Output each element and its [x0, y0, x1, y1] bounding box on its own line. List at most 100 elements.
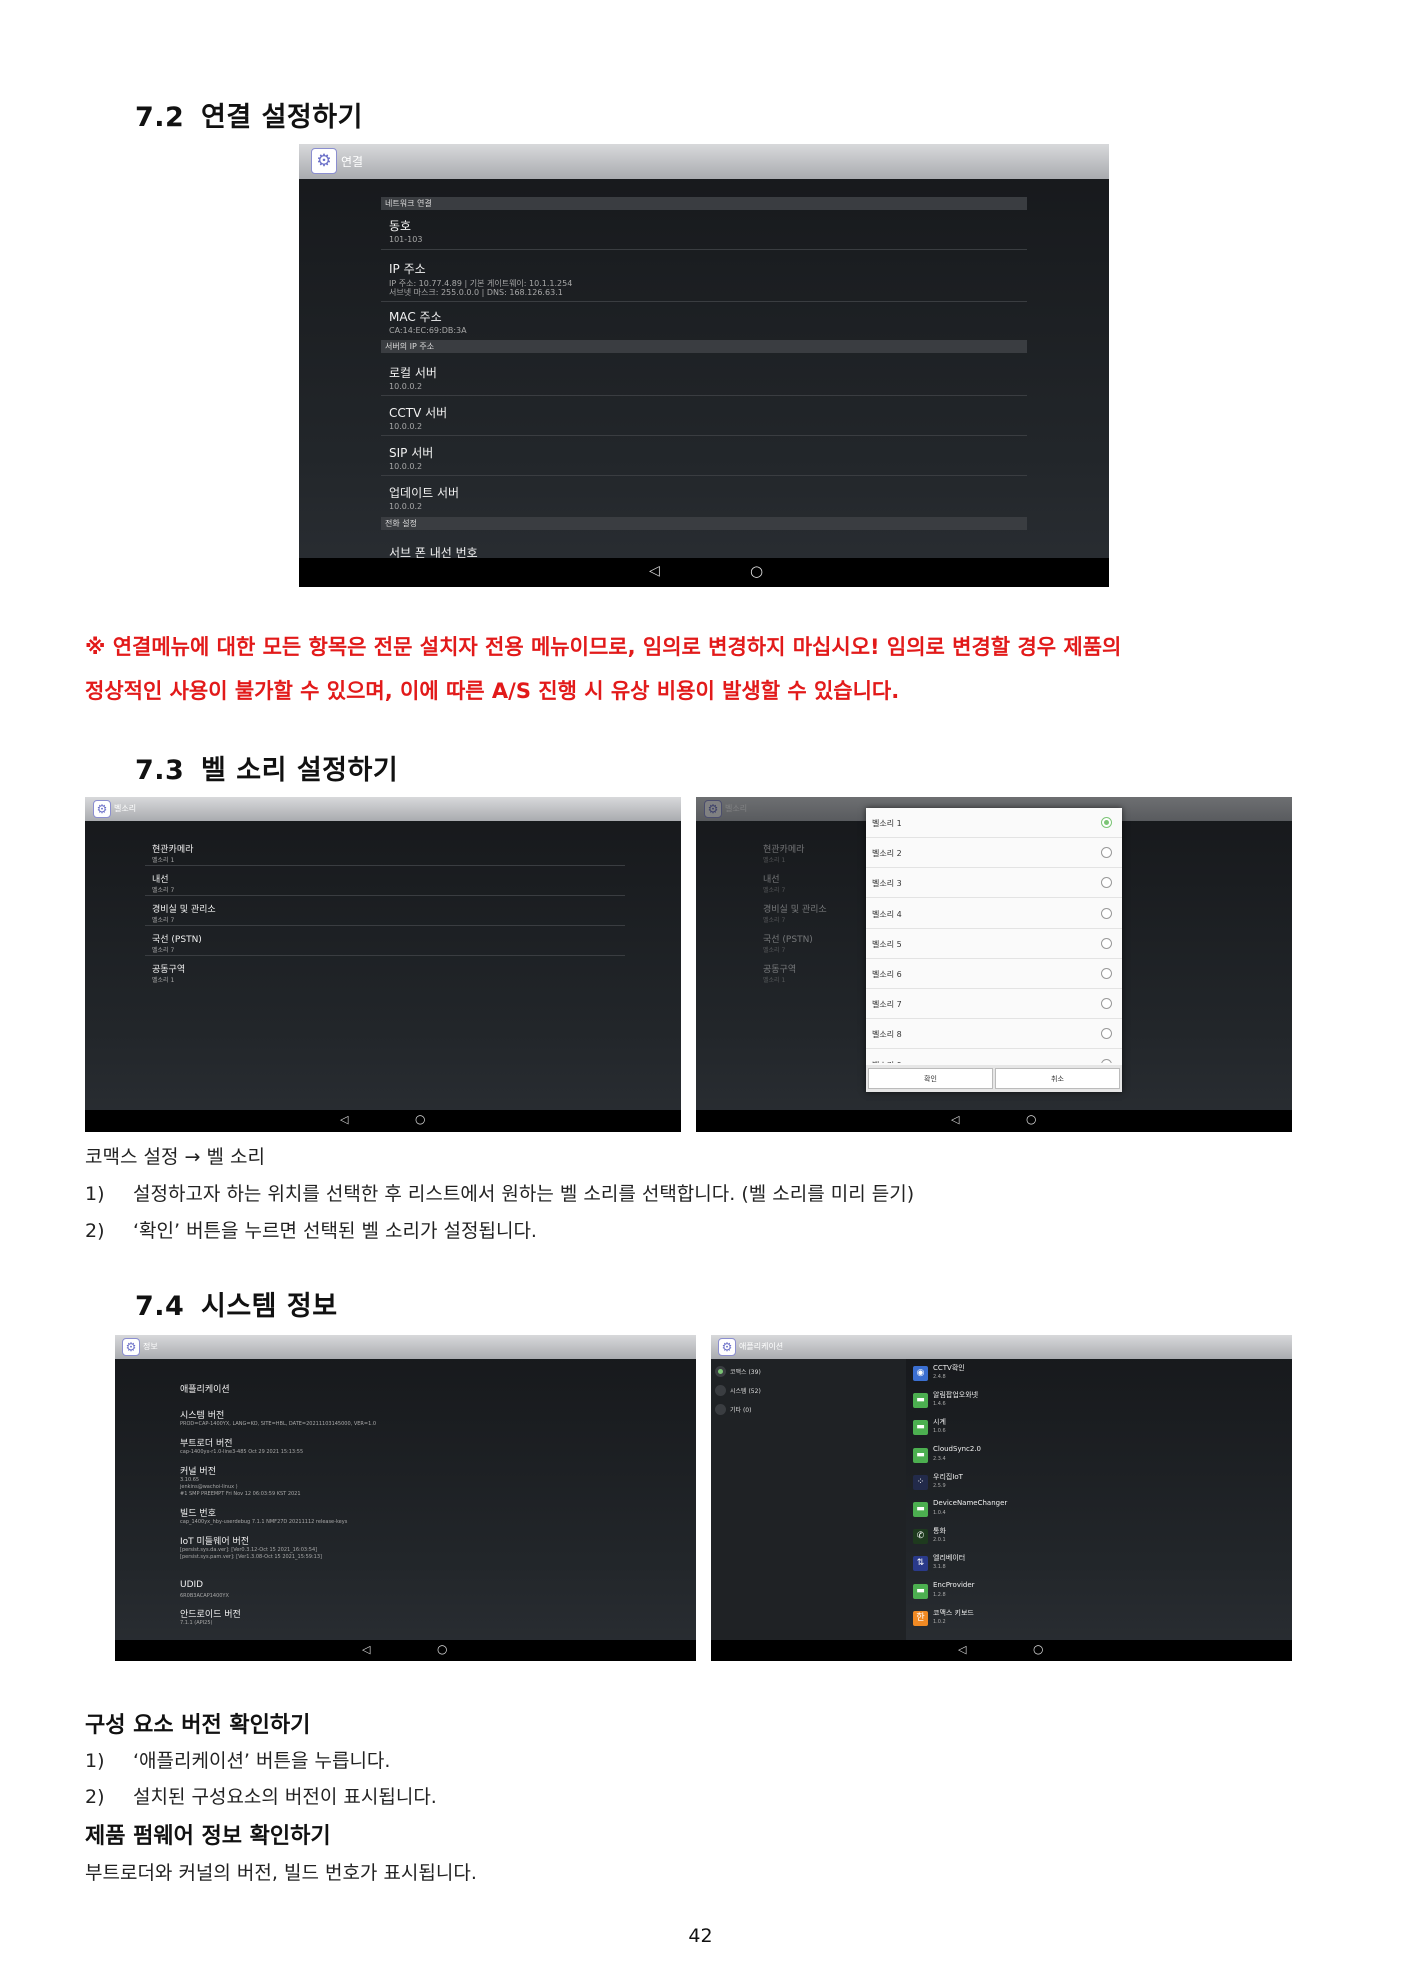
info-item-title[interactable]: IoT 미들웨어 버전: [180, 1534, 249, 1547]
home-icon[interactable]: ○: [437, 1642, 447, 1656]
info-item-title[interactable]: 안드로이드 버전: [180, 1607, 241, 1620]
radio-icon[interactable]: [1101, 1058, 1112, 1063]
system-info-screenshot: ⚙ 정보 애플리케이션 시스템 버전 PROD=CAP-1400YX, LANG…: [115, 1335, 696, 1661]
firmware-heading: 제품 펌웨어 정보 확인하기: [85, 1824, 331, 1849]
step-text: 설정하고자 하는 위치를 선택한 후 리스트에서 원하는 벨 소리를 선택합니다…: [133, 1183, 915, 1205]
back-icon[interactable]: ◁: [951, 1113, 959, 1126]
list-item-title[interactable]: CCTV 서버: [389, 404, 447, 421]
list-item-title[interactable]: 동호: [389, 217, 411, 234]
radio-icon[interactable]: [1101, 1028, 1112, 1040]
bell-path-text: 코맥스 설정 → 벨 소리: [85, 1146, 265, 1168]
app-item[interactable]: ▬ 시계 1.0.6: [909, 1416, 1289, 1442]
filter-item[interactable]: 시스템 (52): [715, 1383, 900, 1399]
phone-app-icon: ✆: [913, 1529, 928, 1545]
section-heading-7-2: 7.2 연결 설정하기: [135, 95, 363, 134]
bell-option[interactable]: 벨소리 1: [866, 808, 1122, 838]
app-item[interactable]: ◉ CCTV확인 2.4.8: [909, 1362, 1289, 1388]
section-number: 7.3: [135, 755, 185, 786]
bell-item-title: 현관카메라: [763, 845, 805, 855]
applications-screenshot: ⚙ 애플리케이션 코맥스 (39) 시스템 (52) 기타 (0) ◉ CCTV확인 2…: [711, 1335, 1292, 1661]
app-title-bar: ⚙ 연결: [299, 144, 1109, 179]
back-icon[interactable]: ◁: [649, 563, 660, 579]
home-icon[interactable]: ○: [1026, 1112, 1036, 1126]
ok-button[interactable]: 확인: [868, 1068, 993, 1089]
filter-radio-icon: [715, 1404, 726, 1415]
info-item-title[interactable]: UDID: [180, 1580, 203, 1590]
app-item[interactable]: ▬ 알림팝업오와넷 1.4.6: [909, 1389, 1289, 1415]
bell-option[interactable]: 벨소리 8: [866, 1019, 1122, 1050]
info-item-title[interactable]: 애플리케이션: [180, 1382, 230, 1395]
step-number: 1): [85, 1750, 105, 1772]
radio-icon[interactable]: [1101, 937, 1112, 949]
info-item-title[interactable]: 시스템 버전: [180, 1408, 224, 1421]
keyboard-app-icon: 한: [913, 1610, 928, 1626]
screen-title: 정보: [143, 1342, 158, 1351]
app-list: ◉ CCTV확인 2.4.8 ▬ 알림팝업오와넷 1.4.6 ▬ 시계 1.0.6 ▬ CloudS…: [909, 1359, 1289, 1640]
bell-item-title[interactable]: 내선: [152, 872, 169, 885]
info-item-title[interactable]: 커널 버전: [180, 1464, 216, 1477]
radio-icon[interactable]: [1101, 907, 1112, 919]
bell-option-label: 벨소리 6: [872, 970, 902, 979]
list-item-title[interactable]: SIP 서버: [389, 444, 433, 461]
radio-icon[interactable]: [1101, 817, 1112, 828]
radio-icon[interactable]: [1101, 847, 1112, 859]
app-item[interactable]: 한 코맥스 키보드 1.0.2: [909, 1607, 1289, 1633]
filter-item[interactable]: 코맥스 (39): [715, 1364, 900, 1380]
filter-radio-icon: [715, 1385, 726, 1396]
radio-icon[interactable]: [1101, 877, 1112, 889]
bell-item-title[interactable]: 경비실 및 관리소: [152, 902, 216, 915]
back-icon[interactable]: ◁: [362, 1643, 370, 1656]
step-text: ‘애플리케이션’ 버튼을 누릅니다.: [133, 1750, 391, 1772]
settings-gear-icon: ⚙: [718, 1338, 736, 1356]
app-item[interactable]: ✆ 통화 2.0.1: [909, 1525, 1289, 1551]
component-step-2: 2) 설치된 구성요소의 버전이 표시됩니다.: [85, 1782, 437, 1809]
cancel-button[interactable]: 취소: [995, 1068, 1120, 1089]
settings-gear-icon: ⚙: [93, 800, 111, 818]
bell-select-dialog-screenshot: ⚙ 벨소리 현관카메라 벨소리 1 내선 벨소리 7 경비실 및 관리소 벨소리…: [696, 797, 1292, 1132]
bell-item-title[interactable]: 공동구역: [152, 962, 185, 975]
app-item[interactable]: ▬ EncProvider 1.2.8: [909, 1580, 1289, 1606]
radio-icon[interactable]: [1101, 998, 1112, 1010]
bell-option[interactable]: 벨소리 5: [866, 929, 1122, 959]
list-item-title[interactable]: MAC 주소: [389, 308, 442, 325]
bell-option[interactable]: 벨소리 9: [866, 1050, 1122, 1063]
filter-item[interactable]: 기타 (0): [715, 1402, 900, 1418]
list-item-sub: 10.0.0.2: [389, 462, 423, 471]
app-name: 통화: [933, 1527, 946, 1536]
bell-select-dialog: 벨소리 1 벨소리 2 벨소리 3 벨소리 4 벨소리 5 벨소리 6 벨소리 7 벨소리 8…: [866, 808, 1122, 1092]
bell-option-label: 벨소리 5: [872, 939, 902, 949]
bell-option[interactable]: 벨소리 7: [866, 989, 1122, 1020]
screen-title: 연결: [341, 155, 364, 169]
bell-option[interactable]: 벨소리 3: [866, 868, 1122, 899]
app-item[interactable]: ⁘ 우리집IoT 2.5.9: [909, 1471, 1289, 1497]
info-item-title[interactable]: 빌드 번호: [180, 1506, 216, 1519]
radio-icon[interactable]: [1101, 968, 1112, 979]
home-icon[interactable]: ○: [415, 1112, 425, 1126]
step-text: 설치된 구성요소의 버전이 표시됩니다.: [133, 1786, 437, 1808]
info-item-title[interactable]: 부트로더 버전: [180, 1436, 233, 1449]
list-item-title[interactable]: IP 주소: [389, 260, 426, 277]
info-item-sub: [persist.sys.pam.ver]: [Ver1.3.08-Oct 15…: [180, 1554, 322, 1560]
bell-option-label: 벨소리 8: [872, 1030, 902, 1040]
navigation-bar: ◁ ○: [711, 1640, 1292, 1661]
warning-line-1: ※ 연결메뉴에 대한 모든 항목은 전문 설치자 전용 메뉴이므로, 임의로 변…: [85, 635, 1122, 659]
list-item-title[interactable]: 업데이트 서버: [389, 484, 459, 501]
bell-option[interactable]: 벨소리 6: [866, 959, 1122, 989]
bell-option[interactable]: 벨소리 4: [866, 899, 1122, 929]
bell-item-title[interactable]: 국선 (PSTN): [152, 932, 202, 945]
bell-option[interactable]: 벨소리 2: [866, 838, 1122, 869]
component-heading: 구성 요소 버전 확인하기: [85, 1713, 311, 1738]
app-item[interactable]: ▬ DeviceNameChanger 1.0.4: [909, 1498, 1289, 1524]
app-item[interactable]: ▬ CloudSync2.0 2.3.4: [909, 1444, 1289, 1470]
list-item-title[interactable]: 로컬 서버: [389, 364, 437, 381]
info-item-sub: 7.1.1 (API25): [180, 1620, 213, 1626]
back-icon[interactable]: ◁: [340, 1113, 348, 1126]
home-icon[interactable]: ○: [1033, 1642, 1043, 1656]
back-icon[interactable]: ◁: [958, 1643, 966, 1656]
info-item-sub: PROD=CAP-1400YX, LANG=KO, SITE=HBL, DATE…: [180, 1421, 377, 1427]
category-server: 서버의 IP 주소: [381, 340, 1027, 353]
app-item[interactable]: ⇅ 엘리베이터 3.1.8: [909, 1552, 1289, 1578]
home-icon[interactable]: ○: [750, 562, 763, 580]
bell-item-title[interactable]: 현관카메라: [152, 842, 193, 855]
app-name: 코맥스 키보드: [933, 1608, 974, 1617]
